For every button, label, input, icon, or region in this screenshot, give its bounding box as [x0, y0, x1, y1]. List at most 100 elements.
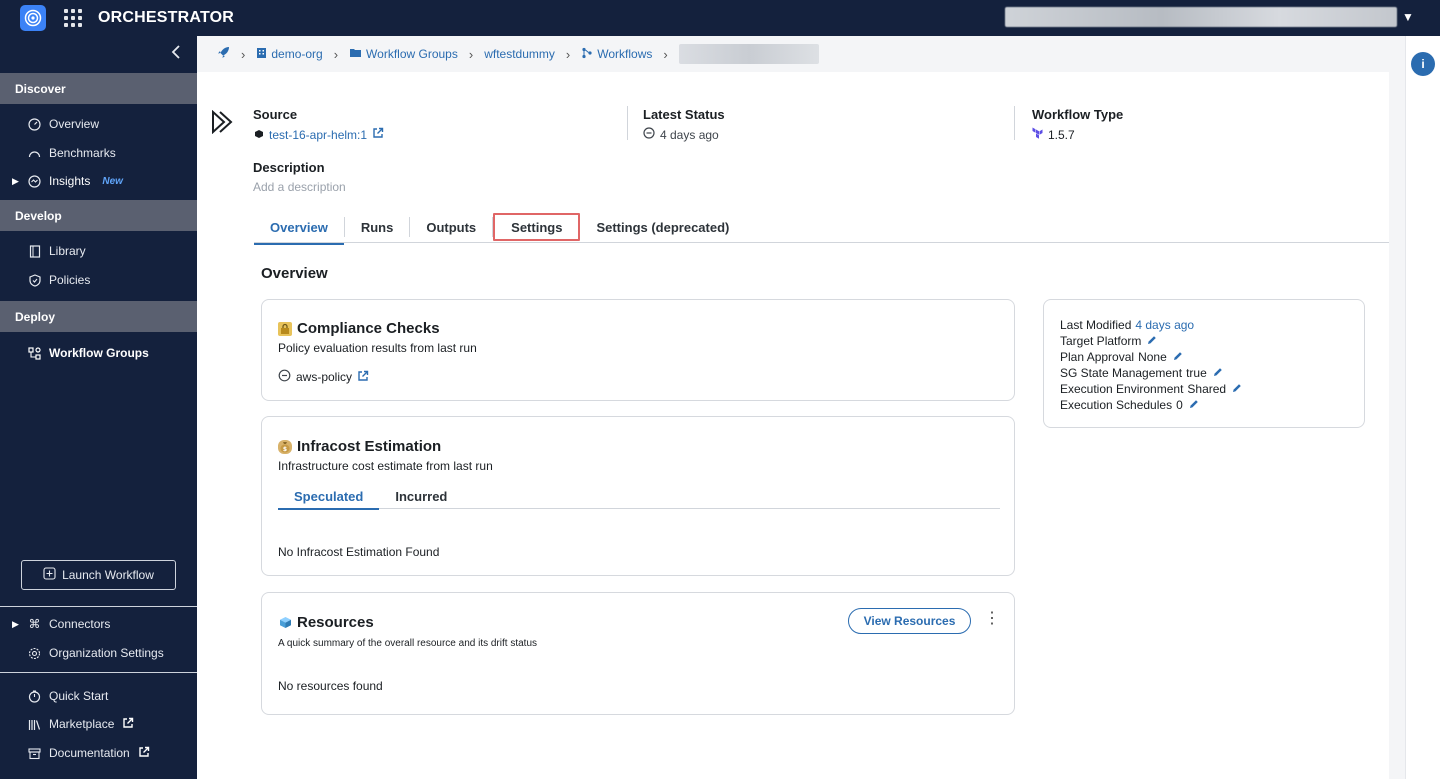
rocket-icon[interactable]	[217, 46, 230, 62]
account-selector[interactable]	[1005, 7, 1397, 27]
edit-pencil-icon[interactable]	[1189, 399, 1199, 412]
edit-pencil-icon[interactable]	[1147, 335, 1157, 348]
status-text: 4 days ago	[660, 127, 719, 142]
sidebar-item-insights[interactable]: Insights New	[28, 171, 123, 191]
shield-icon	[28, 273, 41, 287]
detail-value: Shared	[1187, 382, 1227, 396]
svg-text:$: $	[283, 446, 287, 453]
source-link[interactable]: test-16-apr-helm:1	[269, 128, 367, 142]
tab-speculated[interactable]: Speculated	[278, 483, 380, 510]
detail-value[interactable]: 4 days ago	[1135, 318, 1194, 332]
caret-down-icon[interactable]: ▼	[1402, 10, 1414, 24]
edit-pencil-icon[interactable]	[1232, 383, 1242, 396]
external-link-icon[interactable]	[357, 370, 369, 385]
gear-icon	[28, 647, 41, 660]
right-rail: i	[1405, 36, 1440, 779]
breadcrumb-org[interactable]: demo-org	[256, 47, 323, 62]
detail-value: 0	[1176, 398, 1183, 412]
gauge-icon	[28, 117, 41, 131]
section-develop: Develop	[0, 200, 197, 231]
minus-circle-icon	[643, 127, 655, 142]
info-icon[interactable]: i	[1411, 52, 1435, 76]
breadcrumb-workflow-groups[interactable]: Workflow Groups	[349, 47, 458, 61]
resources-title-text: Resources	[297, 614, 374, 631]
tab-settings[interactable]: Settings	[493, 213, 581, 241]
sidebar-item-overview[interactable]: Overview	[28, 114, 99, 134]
workflow-details-card: Last Modified 4 days ago Target Platform…	[1043, 299, 1365, 428]
workflow-tabs: Overview Runs Outputs Settings Settings …	[254, 211, 745, 245]
lock-icon	[278, 321, 292, 336]
tab-overview[interactable]: Overview	[254, 213, 344, 245]
breadcrumb-separator: ›	[663, 46, 668, 62]
compliance-subtitle: Policy evaluation results from last run	[278, 341, 477, 355]
sidebar-item-benchmarks[interactable]: Benchmarks	[28, 143, 116, 163]
sidebar-item-label: Library	[49, 244, 86, 258]
tab-incurred[interactable]: Incurred	[379, 483, 463, 509]
breadcrumb-current-redacted	[678, 44, 819, 64]
detail-label: Last Modified	[1060, 318, 1132, 332]
tab-outputs[interactable]: Outputs	[410, 213, 492, 241]
tab-settings-deprecated[interactable]: Settings (deprecated)	[580, 213, 745, 241]
expand-arrow-icon[interactable]: ▶	[12, 176, 19, 187]
app-logo-icon[interactable]	[20, 5, 46, 31]
sidebar-item-connectors[interactable]: ⌘ Connectors	[28, 614, 111, 634]
money-bag-icon: $	[278, 439, 292, 454]
sidebar-item-workflow-groups[interactable]: Workflow Groups	[28, 343, 149, 363]
description-placeholder[interactable]: Add a description	[253, 180, 346, 194]
view-resources-button[interactable]: View Resources	[848, 608, 971, 634]
detail-label: Execution Environment	[1060, 382, 1184, 396]
edit-pencil-icon[interactable]	[1173, 351, 1183, 364]
sidebar-item-label: Benchmarks	[49, 146, 116, 160]
breadcrumb: › demo-org › Workflow Groups › wftestdum…	[197, 36, 1405, 72]
detail-label: SG State Management	[1060, 366, 1183, 380]
sidebar-item-policies[interactable]: Policies	[28, 270, 90, 290]
infracost-title-text: Infracost Estimation	[297, 438, 442, 455]
sidebar-item-organization-settings[interactable]: Organization Settings	[28, 643, 164, 663]
expand-arrow-icon[interactable]: ▶	[12, 619, 19, 630]
latest-status-label: Latest Status	[643, 107, 725, 122]
sidebar-item-label: Workflow Groups	[49, 346, 149, 360]
section-deploy: Deploy	[0, 301, 197, 332]
tab-runs[interactable]: Runs	[345, 213, 410, 241]
sidebar-item-documentation[interactable]: Documentation	[28, 743, 150, 763]
terraform-icon	[1032, 127, 1043, 142]
collapse-sidebar-icon[interactable]	[171, 44, 187, 62]
sidebar-item-label: Documentation	[49, 746, 130, 760]
app-grid-icon[interactable]	[64, 9, 82, 27]
breadcrumb-workflows[interactable]: Workflows	[581, 47, 652, 62]
edit-pencil-icon[interactable]	[1213, 367, 1223, 380]
sidebar-item-label: Overview	[49, 117, 100, 131]
breadcrumb-separator: ›	[241, 46, 246, 62]
workflow-play-icon	[212, 109, 236, 135]
infracost-tabs: Speculated Incurred	[278, 483, 1000, 510]
sidebar-item-library[interactable]: Library	[28, 241, 86, 261]
resources-empty-message: No resources found	[278, 679, 383, 693]
external-link-icon	[122, 717, 134, 732]
sidebar-item-label: Policies	[49, 273, 91, 287]
insights-icon	[28, 174, 41, 188]
workflow-icon	[581, 47, 593, 62]
sidebar-divider	[0, 606, 197, 607]
breadcrumb-label: demo-org	[271, 47, 323, 61]
breadcrumb-separator: ›	[468, 46, 474, 62]
detail-label: Plan Approval	[1060, 350, 1135, 364]
overview-title: Overview	[261, 265, 328, 282]
sidebar-item-marketplace[interactable]: Marketplace	[28, 714, 134, 734]
external-link-icon[interactable]	[372, 127, 384, 142]
breadcrumb-group[interactable]: wftestdummy	[484, 47, 555, 61]
infracost-subtitle: Infrastructure cost estimate from last r…	[278, 459, 493, 473]
launch-workflow-button[interactable]: Launch Workflow	[21, 560, 176, 590]
more-options-icon[interactable]: ⋮	[984, 611, 1000, 627]
detail-execution-schedules: Execution Schedules 0	[1060, 397, 1348, 413]
sidebar-item-quick-start[interactable]: Quick Start	[28, 686, 108, 706]
command-icon: ⌘	[28, 617, 41, 631]
new-badge: New	[102, 175, 123, 187]
detail-target-platform: Target Platform	[1060, 333, 1348, 349]
policy-name[interactable]: aws-policy	[296, 370, 352, 384]
main-content: › demo-org › Workflow Groups › wftestdum…	[197, 36, 1405, 779]
scrollbar[interactable]	[1389, 72, 1405, 779]
detail-sg-state-management: SG State Management true	[1060, 365, 1348, 381]
benchmark-icon	[28, 147, 41, 160]
sidebar-divider	[0, 672, 197, 673]
launch-workflow-label: Launch Workflow	[62, 568, 154, 582]
